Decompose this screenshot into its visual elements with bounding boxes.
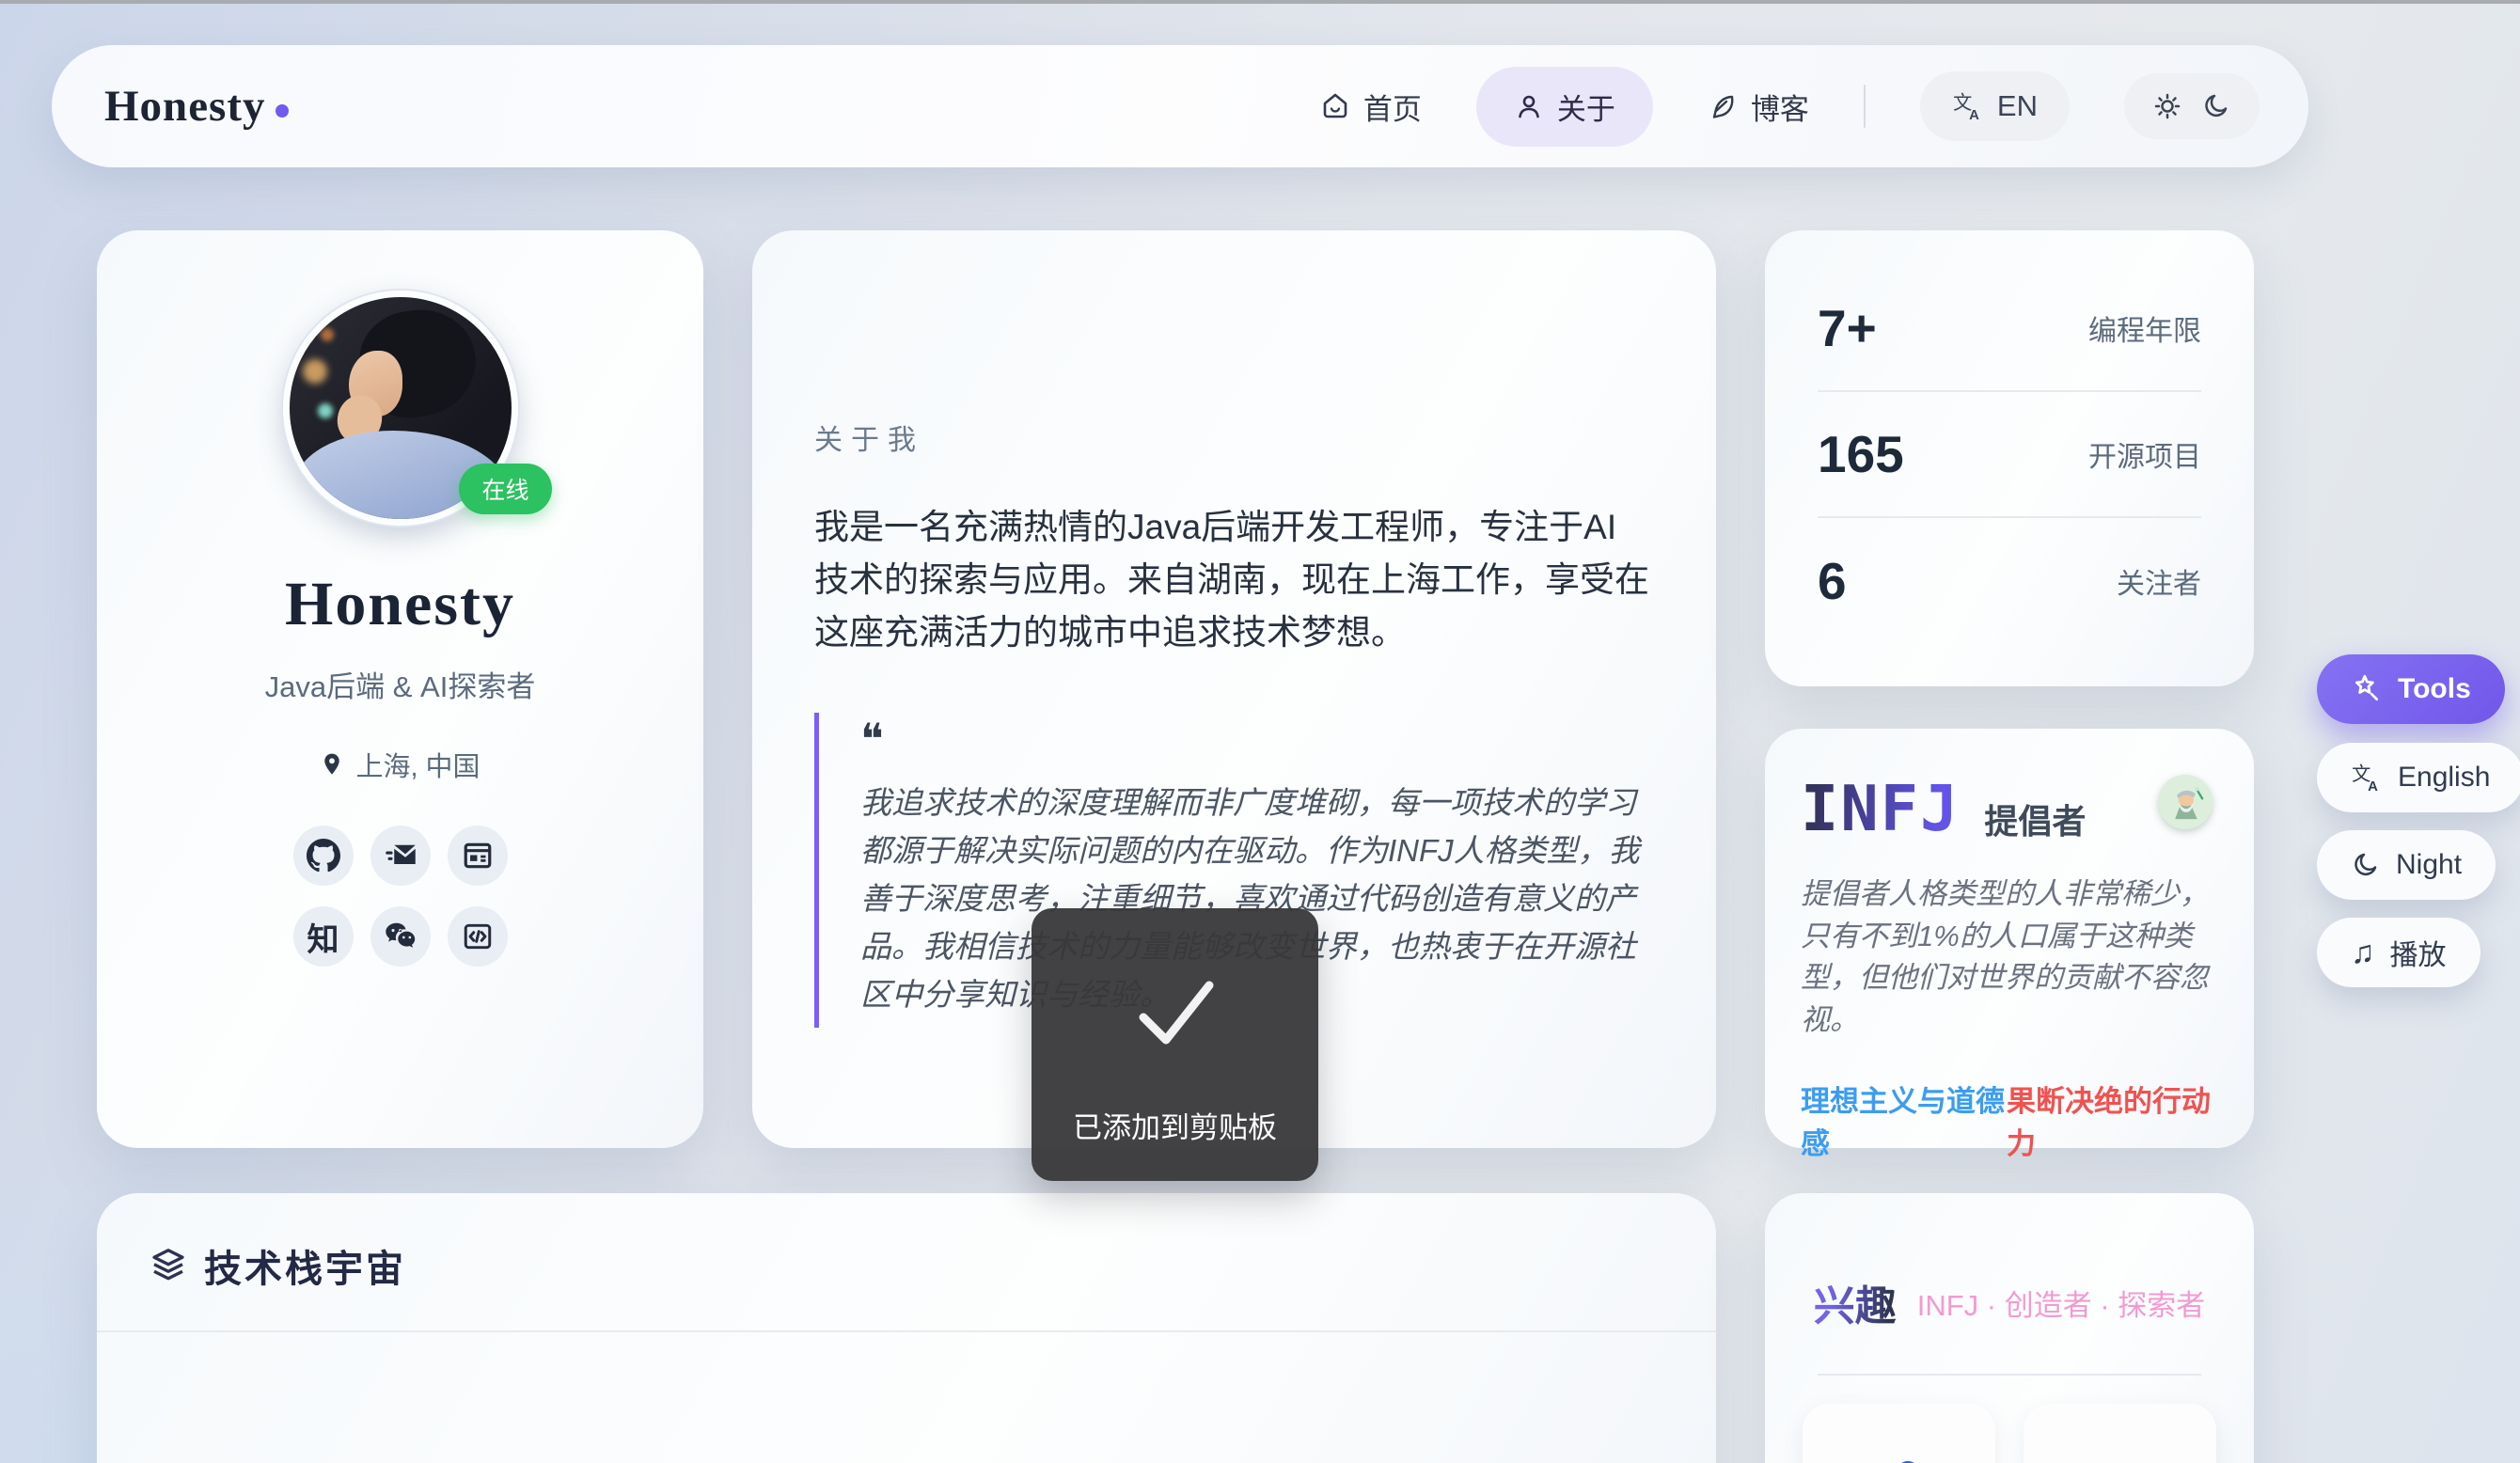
layers-icon [150,1247,187,1284]
quote-mark-icon: ❝ [860,718,1650,762]
tech-stack-title: 技术栈宇宙 [204,1238,406,1293]
sun-icon [2152,91,2182,121]
blog-link[interactable] [448,826,508,886]
page: Honesty 首页 关于 博客 [0,0,2520,1463]
interest-items [1803,1404,2216,1463]
divider [1818,1374,2201,1376]
stat-value: 165 [1818,424,1904,484]
svg-text:A: A [2368,779,2378,794]
interests-header: 兴趣 INFJ · 创造者 · 探索者 [1803,1272,2216,1332]
github-icon [307,839,340,873]
status-badge: 在线 [459,464,551,514]
profile-card: 在线 Honesty Java后端 & AI探索者 上海, 中国 [97,230,703,1148]
play-music-button[interactable]: ♫ 播放 [2317,918,2481,987]
personality-header: INFJ 提倡者 [1801,772,2213,845]
about-section-label: 关于我 [814,417,1650,458]
moon-icon [2201,91,2231,121]
code-link[interactable] [448,906,508,967]
personality-card: INFJ 提倡者 提倡者人格类型的人非常稀少，只有不到1%的人口属于这种类型，但… [1765,729,2254,1148]
stat-value: 7+ [1818,298,1877,358]
translate-icon: 文A [2351,762,2383,794]
mail-send-icon [384,839,417,873]
nav-item-label: 博客 [1751,86,1809,128]
stat-row-coding-years: 7+ 编程年限 [1818,266,2201,392]
nav-item-label: 关于 [1557,86,1615,128]
user-icon [1514,91,1544,121]
profile-name: Honesty [97,569,703,640]
stat-row-followers: 6 关注者 [1818,518,2201,644]
night-mode-button[interactable]: Night [2317,830,2496,900]
moon-icon [2351,850,2381,880]
trait-item: 理想主义与道德感 [1801,1078,2007,1162]
nav-item-blog[interactable]: 博客 [1708,86,1809,128]
stat-row-open-source: 165 开源项目 [1818,392,2201,518]
cyclist-icon [1857,1430,1942,1463]
personality-type: INFJ [1801,772,1960,845]
trait-item: 果断决绝的行动力 [2007,1078,2213,1162]
feather-icon [1708,91,1738,121]
home-icon [1320,91,1350,121]
stats-card: 7+ 编程年限 165 开源项目 6 关注者 [1765,230,2254,686]
wechat-icon [383,919,418,954]
avatar-wrap: 在线 [283,291,518,526]
tech-stack-card: 技术栈宇宙 Spring Security MyBatis Hexo Postg… [97,1193,1716,1463]
tools-button-label: Tools [2398,673,2471,705]
main-nav: 首页 关于 博客 文A EN [1320,67,2260,147]
nav-item-about[interactable]: 关于 [1476,67,1653,147]
zhihu-icon: 知 [307,914,339,960]
language-switch-button[interactable]: 文A English [2317,743,2520,812]
nav-item-home[interactable]: 首页 [1320,86,1422,128]
books-icon [2078,1430,2163,1463]
magic-star-icon [2351,673,2383,705]
profile-role: Java后端 & AI探索者 [97,663,703,705]
stat-value: 6 [1818,551,1847,611]
personality-title: 提倡者 [1984,794,2086,843]
tech-stack-header: 技术栈宇宙 [97,1238,1716,1293]
wizard-icon [2158,775,2213,829]
music-note-icon: ♫ [2351,936,2375,968]
profile-location: 上海, 中国 [97,745,703,784]
stat-label: 开源项目 [2088,433,2201,475]
language-switch-label: English [2398,762,2490,794]
zhihu-link[interactable]: 知 [293,906,354,967]
wechat-link[interactable] [370,906,431,967]
interest-item-reading[interactable] [2024,1404,2216,1463]
night-mode-label: Night [2396,849,2462,881]
blog-icon [462,840,494,872]
language-toggle-label: EN [1997,89,2038,123]
code-icon [462,920,494,952]
interests-title: 兴趣 [1814,1272,1897,1332]
site-logo[interactable]: Honesty [104,81,289,132]
clipboard-toast: 已添加到剪贴板 [1032,908,1318,1181]
personality-description: 提倡者人格类型的人非常稀少，只有不到1%的人口属于这种类型，但他们对世界的贡献不… [1801,873,2213,1042]
email-link[interactable] [370,826,431,886]
interest-item-cycling[interactable] [1803,1404,1995,1463]
translate-icon: 文A [1952,90,1984,122]
tech-tag-cloud: Spring Security MyBatis Hexo Postgresql … [97,1332,1716,1463]
interests-card: 兴趣 INFJ · 创造者 · 探索者 [1765,1193,2254,1463]
nav-item-label: 首页 [1363,86,1422,128]
social-links: 知 [97,826,703,967]
logo-dot-icon [276,104,289,118]
nav-divider [1864,85,1866,128]
stat-label: 关注者 [2117,560,2201,602]
about-paragraph: 我是一名充满热情的Java后端开发工程师，专注于AI技术的探索与应用。来自湖南，… [814,501,1650,660]
check-icon [1128,976,1222,1049]
interests-subtitle: INFJ · 创造者 · 探索者 [1917,1282,2206,1324]
language-toggle[interactable]: 文A EN [1920,71,2070,141]
site-logo-text: Honesty [104,81,266,132]
map-pin-icon [320,752,344,777]
theme-toggle[interactable] [2124,73,2260,139]
toast-message: 已添加到剪贴板 [1073,1104,1277,1146]
tools-button[interactable]: Tools [2317,654,2505,724]
stat-label: 编程年限 [2088,307,2201,349]
svg-text:A: A [1969,108,1979,122]
profile-location-text: 上海, 中国 [355,745,480,784]
github-link[interactable] [293,826,354,886]
play-music-label: 播放 [2390,932,2447,973]
header: Honesty 首页 关于 博客 [52,45,2308,167]
